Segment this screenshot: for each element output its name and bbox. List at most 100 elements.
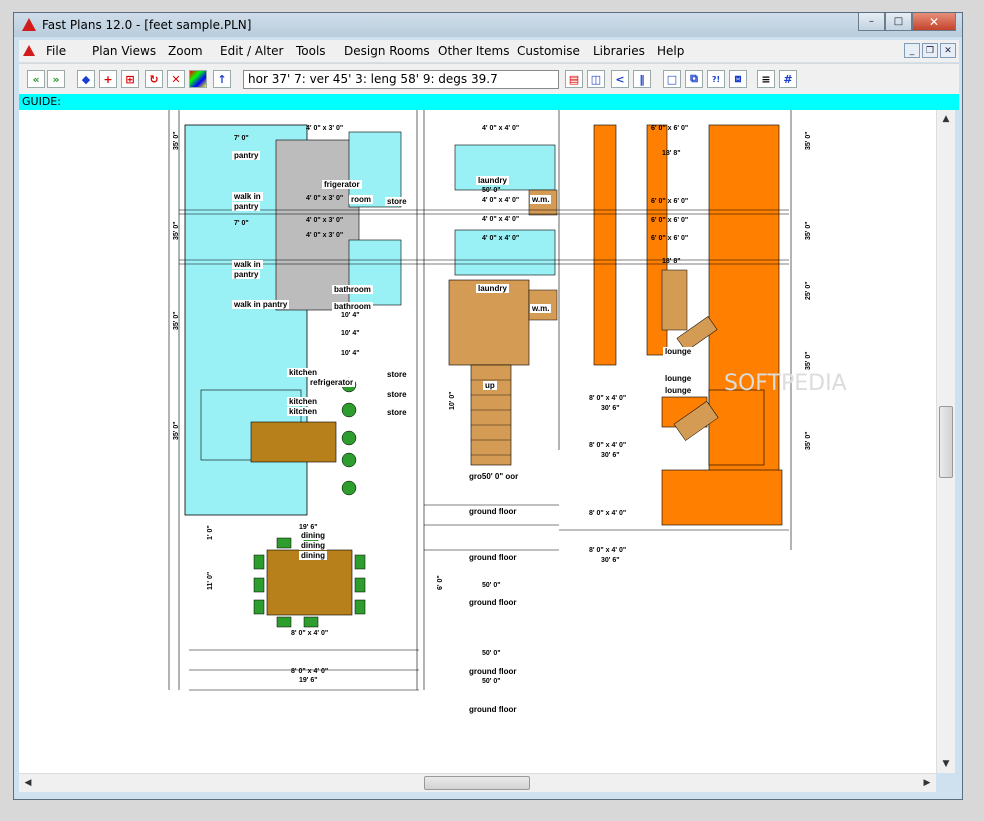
dim-4x3: 4' 0" x 3' 0" <box>306 125 344 132</box>
room-label-ground-floor: ground floor <box>469 507 517 516</box>
dim-18-8: 18' 8" <box>662 150 681 157</box>
up-arrow-icon[interactable]: ↑ <box>213 70 231 88</box>
scroll-up-icon[interactable]: ▲ <box>937 110 955 128</box>
dim-4x4-3: 4' 0" x 4' 0" <box>482 216 520 223</box>
tan-cabinet <box>661 269 688 331</box>
angle-icon[interactable]: < <box>611 70 629 88</box>
grid-icon[interactable]: # <box>779 70 797 88</box>
mdi-minimize-button[interactable]: _ <box>904 43 920 58</box>
watermark: SOFTPEDIA <box>724 371 847 396</box>
room-label-wm-2: w.m. <box>530 304 552 313</box>
dim-19-6: 19' 6" <box>299 524 318 531</box>
room-label-laundry-2: laundry <box>476 284 509 293</box>
dim-8x4-2: 8' 0" x 4' 0" <box>291 668 329 675</box>
lines-icon[interactable]: ≡ <box>757 70 775 88</box>
mdi-restore-button[interactable]: ❐ <box>922 43 938 58</box>
room-label-store-2: store <box>385 370 409 379</box>
dim-30-6-2: 30' 6" <box>601 452 620 459</box>
add-box-icon[interactable]: ⊞ <box>121 70 139 88</box>
dim-6-vert: 6' 0" <box>437 575 444 590</box>
dim-8x4-r: 8' 0" x 4' 0" <box>589 395 627 402</box>
menu-tools[interactable]: Tools <box>296 44 326 58</box>
menu-other-items[interactable]: Other Items <box>438 44 509 58</box>
vertical-scrollbar[interactable]: ▲ ▼ <box>936 110 955 773</box>
room-label-ground-floor-5: ground floor <box>469 705 517 714</box>
room-label-bathroom-2: bathroom <box>332 302 373 311</box>
minimize-button[interactable]: – <box>858 13 885 31</box>
plan-canvas[interactable]: SOFTPEDIA pantry 7' 0" walk in pantry 7'… <box>19 110 936 773</box>
dim-35-vert-r4: 35' 0" <box>805 431 812 450</box>
menu-file[interactable]: File <box>46 44 66 58</box>
room-label-up: up <box>483 381 497 390</box>
scroll-right-arrow-icon[interactable]: ▶ <box>918 774 936 792</box>
room-label-kitchen: kitchen <box>287 368 320 377</box>
mdi-close-button[interactable]: ✕ <box>940 43 956 58</box>
coordinates-display: hor 37' 7: ver 45' 3: leng 58' 9: degs 3… <box>243 70 559 89</box>
menu-design-rooms[interactable]: Design Rooms <box>344 44 430 58</box>
title-bar[interactable]: Fast Plans 12.0 - [feet sample.PLN] – □ … <box>14 13 962 37</box>
dim-35-vert-2: 35' 0" <box>173 221 180 240</box>
select-box-icon[interactable]: □ <box>663 70 681 88</box>
copy-icon[interactable]: ⧉ <box>685 70 703 88</box>
app-window: Fast Plans 12.0 - [feet sample.PLN] – □ … <box>13 12 963 800</box>
palette-icon[interactable] <box>189 70 207 88</box>
scroll-down-icon[interactable]: ▼ <box>937 755 955 773</box>
room-label-lounge: lounge <box>663 347 694 356</box>
horizontal-scroll-thumb[interactable] <box>424 776 530 790</box>
dim-50-3: 50' 0" <box>482 650 501 657</box>
menu-edit-alter[interactable]: Edit / Alter <box>220 44 283 58</box>
room-label-laundry: laundry <box>476 176 509 185</box>
room-label-store-4: store <box>385 408 409 417</box>
rotate-icon[interactable]: ↻ <box>145 70 163 88</box>
query-icon[interactable]: ?! <box>707 70 725 88</box>
room-label-bathroom: bathroom <box>332 285 373 294</box>
room-label-refrigerator-2: refrigerator <box>308 378 356 387</box>
dim-25-vert-r: 25' 0" <box>805 281 812 300</box>
horizontal-scrollbar[interactable]: ◀ ▶ <box>19 773 936 792</box>
wall-icon[interactable]: ▤ <box>565 70 583 88</box>
menu-bar: File Plan Views Zoom Edit / Alter Tools … <box>19 40 959 62</box>
room-label-ground-floor-4: ground floor <box>469 667 517 676</box>
room-label-room: room <box>349 195 373 204</box>
pan-icon[interactable]: ◆ <box>77 70 95 88</box>
dim-4x3-4: 4' 0" x 3' 0" <box>306 232 344 239</box>
dim-35-vert-4: 35' 0" <box>173 421 180 440</box>
orange-column-left <box>593 124 617 366</box>
menu-customise[interactable]: Customise <box>517 44 580 58</box>
orange-sofa <box>661 469 783 526</box>
dim-4x4-2: 4' 0" x 4' 0" <box>482 197 520 204</box>
room-label-gro-floor: gro50' 0" oor <box>469 472 519 481</box>
menu-libraries[interactable]: Libraries <box>593 44 645 58</box>
menu-zoom[interactable]: Zoom <box>168 44 203 58</box>
room-label-dining-2: dining <box>299 541 327 550</box>
dim-label: 7' 0" <box>234 135 249 142</box>
scroll-right-icon[interactable]: » <box>47 70 65 88</box>
dim-11-vert: 11' 0" <box>207 571 214 590</box>
kitchen-island <box>250 421 337 463</box>
document-icon[interactable] <box>23 45 35 56</box>
room-label-lounge-3: lounge <box>663 386 694 395</box>
maximize-button[interactable]: □ <box>885 13 912 31</box>
layers-icon[interactable]: ⧈ <box>729 70 747 88</box>
vertical-scroll-thumb[interactable] <box>939 406 953 478</box>
room-label-ground-floor-3: ground floor <box>469 598 517 607</box>
dim-6x6-3: 6' 0" x 6' 0" <box>651 217 689 224</box>
scroll-left-arrow-icon[interactable]: ◀ <box>19 774 37 792</box>
close-button[interactable]: ✕ <box>912 13 956 31</box>
room-label-ground-floor-2: ground floor <box>469 553 517 562</box>
toolbar: « » ◆ + ⊞ ↻ ✕ ↑ hor 37' 7: ver 45' 3: le… <box>19 63 959 94</box>
menu-help[interactable]: Help <box>657 44 684 58</box>
dim-8x4-r3: 8' 0" x 4' 0" <box>589 510 627 517</box>
move-icon[interactable]: + <box>99 70 117 88</box>
room-label-store-3: store <box>385 390 409 399</box>
door-icon[interactable]: ◫ <box>587 70 605 88</box>
dim-35-vert-r2: 35' 0" <box>805 221 812 240</box>
delete-icon[interactable]: ✕ <box>167 70 185 88</box>
dim-50-2: 50' 0" <box>482 582 501 589</box>
room-label-pantry-2: pantry <box>232 202 261 211</box>
scroll-left-icon[interactable]: « <box>27 70 45 88</box>
menu-plan-views[interactable]: Plan Views <box>92 44 156 58</box>
parallel-icon[interactable]: ‖ <box>633 70 651 88</box>
dim-4x4-4: 4' 0" x 4' 0" <box>482 235 520 242</box>
room-label-wm: w.m. <box>530 195 552 204</box>
